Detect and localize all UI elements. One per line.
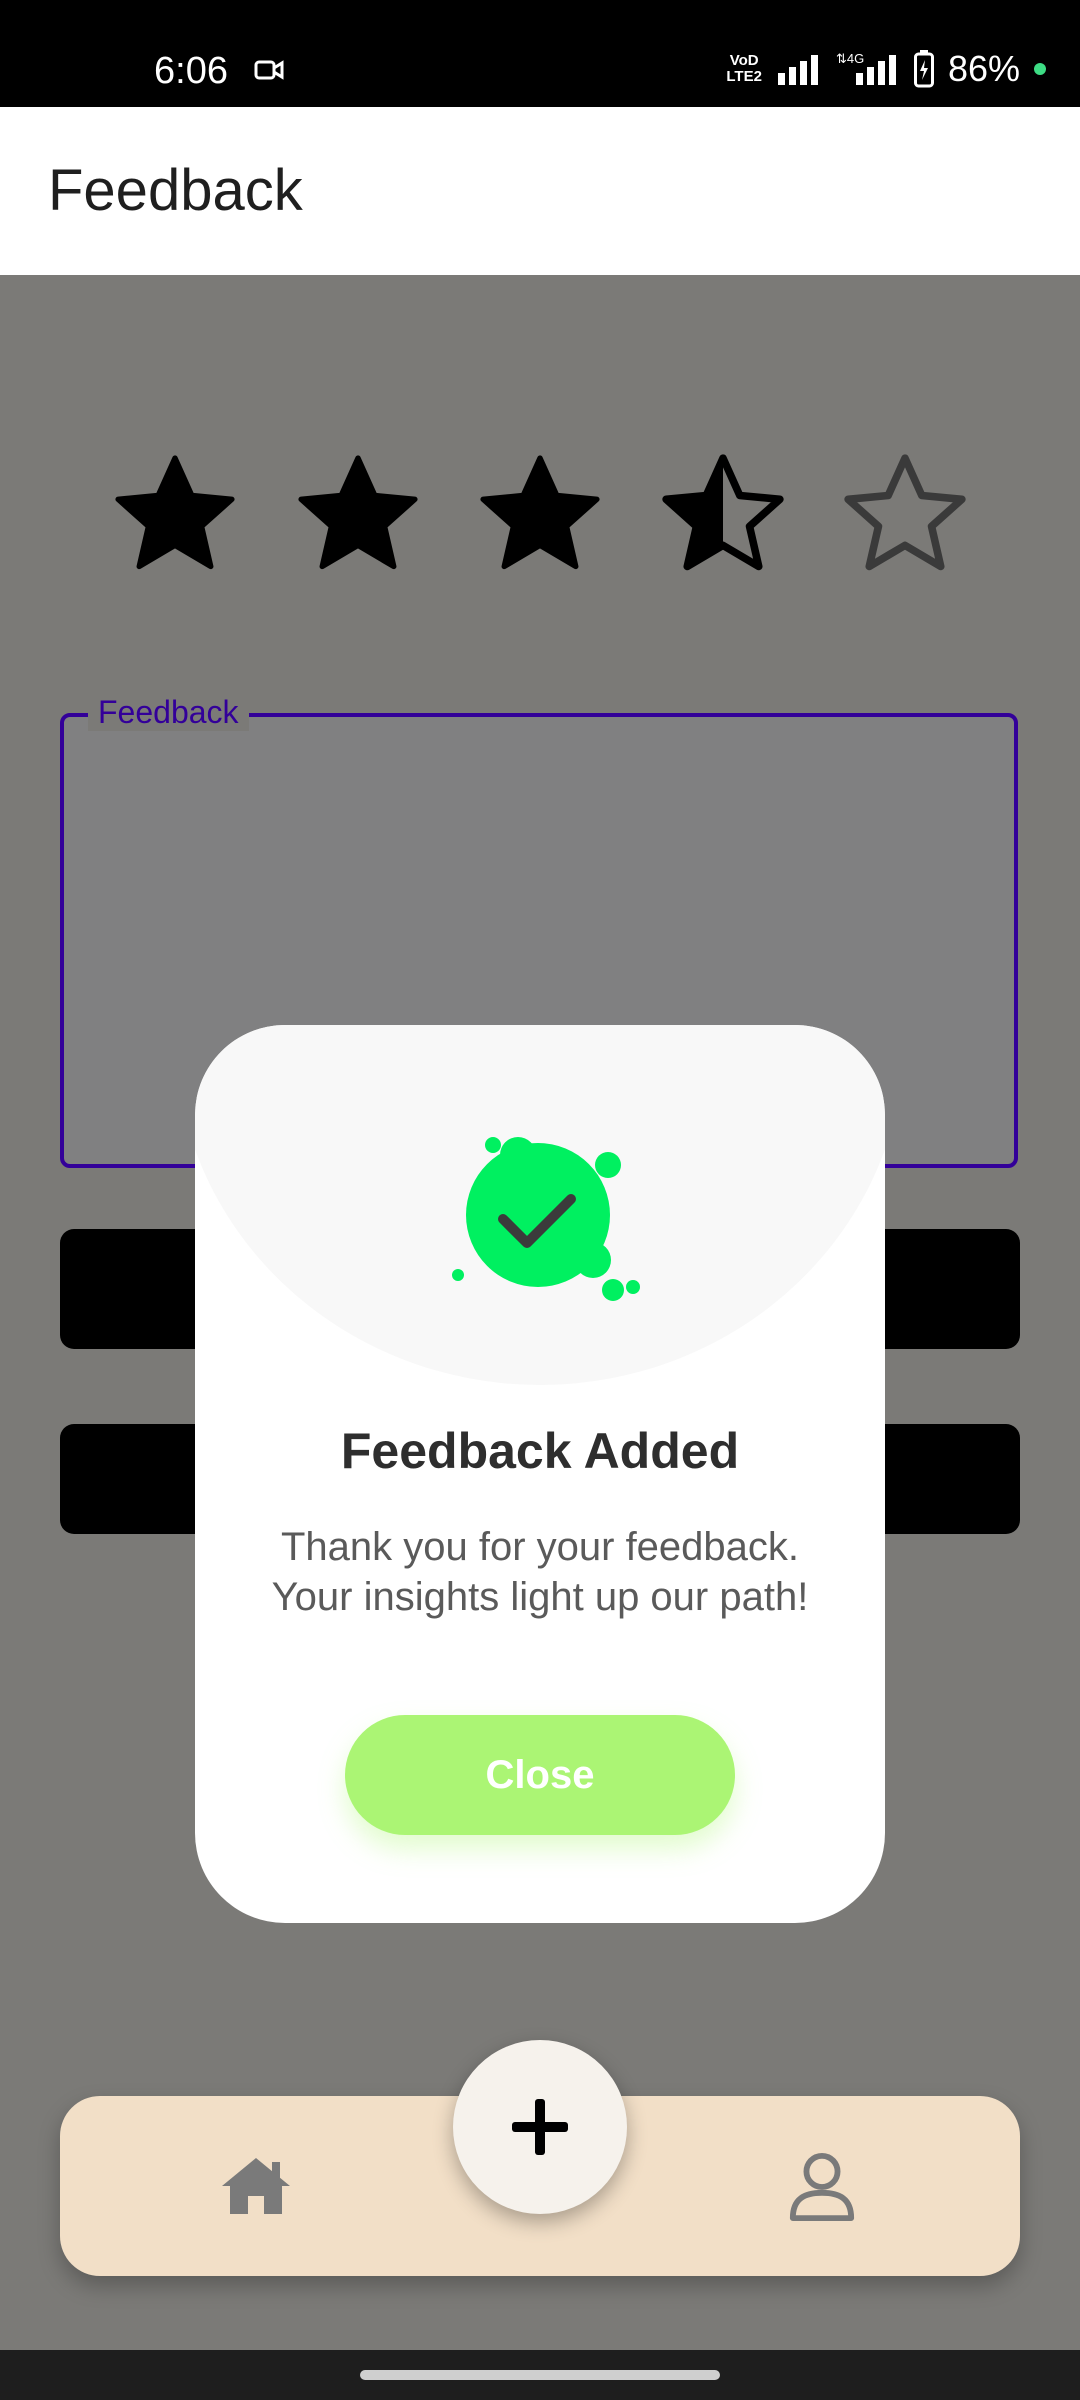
star-4-half-icon[interactable] [658, 450, 788, 580]
star-rating[interactable] [110, 450, 970, 580]
video-camera-icon [254, 60, 284, 80]
success-check-icon [452, 1137, 640, 1301]
feedback-input-label: Feedback [88, 694, 249, 731]
add-icon [512, 2099, 568, 2155]
status-indicators: VoD LTE2 ⇅4G 86% [726, 48, 1046, 90]
signal-4g-icon: ⇅4G [836, 51, 896, 85]
page-title: Feedback [48, 158, 303, 223]
star-5-empty-icon[interactable] [840, 450, 970, 580]
star-3-icon[interactable] [475, 450, 605, 580]
volte-indicator: VoD LTE2 [726, 52, 762, 85]
star-1-icon[interactable] [110, 450, 240, 580]
battery-percentage: 86% [947, 48, 1020, 89]
status-bar: 6:06 VoD LTE2 ⇅4G 86% [0, 0, 1080, 107]
gesture-handle[interactable] [360, 2370, 720, 2380]
dialog-message: Thank you for your feedback. Your insigh… [195, 1522, 885, 1622]
close-button[interactable]: Close [345, 1715, 735, 1835]
svg-text:⇅4G: ⇅4G [836, 51, 864, 66]
star-2-icon[interactable] [293, 450, 423, 580]
add-button[interactable] [453, 2040, 627, 2214]
app-bar: Feedback [0, 107, 1080, 275]
dialog-message-line-1: Thank you for your feedback. [280, 1525, 800, 1569]
privacy-indicator-dot [1034, 63, 1046, 75]
status-time: 6:06 [154, 50, 228, 92]
signal-icon [777, 55, 818, 85]
home-icon[interactable] [218, 2154, 294, 2218]
profile-icon[interactable] [788, 2152, 856, 2222]
success-dialog: Feedback Added Thank you for your feedba… [195, 1025, 885, 1923]
dialog-message-line-2: Your insights light up our path! [271, 1575, 809, 1619]
dialog-title: Feedback Added [340, 1423, 740, 1479]
battery-charging-icon [913, 50, 934, 88]
